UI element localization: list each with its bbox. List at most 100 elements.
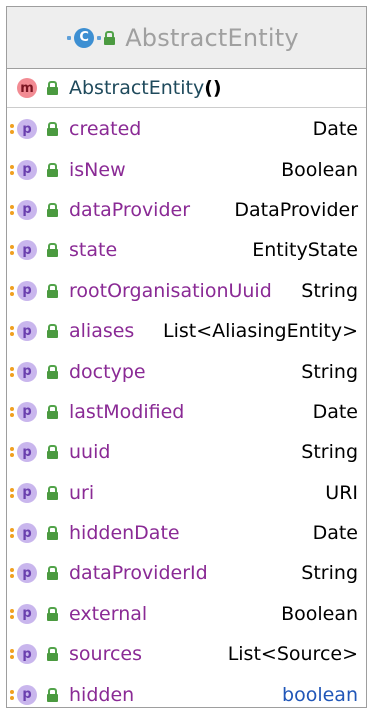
class-header: C AbstractEntity [7, 7, 366, 69]
property-icon-letter: p [22, 364, 32, 380]
property-row[interactable]: p state EntityState [7, 230, 366, 270]
property-row[interactable]: p isNew Boolean [7, 149, 366, 189]
property-name: uri [69, 481, 95, 504]
property-icon: p [10, 684, 37, 705]
class-name: AbstractEntity [125, 23, 299, 52]
property-type: Date [312, 522, 358, 545]
property-type: Boolean [281, 602, 358, 625]
property-type: Date [312, 400, 358, 423]
property-icon: p [10, 240, 37, 261]
lock-icon [104, 30, 116, 45]
property-type: URI [325, 481, 358, 504]
uml-class-card: C AbstractEntity m AbstractEntity() p cre… [6, 6, 367, 708]
field-dots-icon [10, 326, 14, 337]
property-icon-letter: p [22, 565, 32, 581]
property-icon: p [10, 523, 37, 544]
property-icon-letter: p [22, 646, 32, 662]
property-icon: p [10, 644, 37, 665]
lock-icon [47, 566, 58, 581]
property-name: created [69, 118, 142, 141]
property-type: String [301, 279, 358, 302]
property-icon: p [10, 401, 37, 422]
field-dots-icon [10, 649, 14, 660]
property-name: hiddenDate [69, 522, 180, 545]
property-name: dataProvider [69, 198, 191, 221]
lock-icon [47, 324, 58, 339]
field-dots-icon [10, 406, 14, 417]
property-type: String [301, 360, 358, 383]
property-icon-letter: p [22, 485, 32, 501]
property-type: List<Source> [227, 643, 358, 666]
property-name: uuid [69, 441, 111, 464]
property-row[interactable]: p created Date [7, 109, 366, 149]
property-name: external [69, 602, 148, 625]
property-icon: p [10, 482, 37, 503]
field-dots-icon [10, 689, 14, 700]
property-type: String [301, 562, 358, 585]
property-icon: p [10, 442, 37, 463]
property-name: isNew [69, 158, 126, 181]
method-icon: m [17, 78, 37, 98]
lock-icon [47, 445, 58, 460]
property-row[interactable]: p doctype String [7, 351, 366, 391]
property-name: sources [69, 643, 142, 666]
property-row[interactable]: p hidden boolean [7, 674, 366, 714]
property-type: Date [312, 118, 358, 141]
property-name: dataProviderId [69, 562, 208, 585]
property-name: lastModified [69, 400, 185, 423]
property-name: doctype [69, 360, 146, 383]
property-row[interactable]: p external Boolean [7, 594, 366, 634]
lock-icon [47, 485, 58, 500]
field-dots-icon [10, 124, 14, 135]
property-icon: p [10, 280, 37, 301]
lock-icon [47, 526, 58, 541]
lock-icon [47, 647, 58, 662]
field-dots-icon [10, 568, 14, 579]
property-icon-letter: p [22, 323, 32, 339]
property-row[interactable]: p hiddenDate Date [7, 513, 366, 553]
property-icon: p [10, 119, 37, 140]
property-name: rootOrganisationUuid [69, 279, 272, 302]
property-icon-letter: p [22, 525, 32, 541]
lock-icon [47, 122, 58, 137]
property-type: DataProvider [234, 198, 358, 221]
property-row[interactable]: p dataProvider DataProvider [7, 190, 366, 230]
property-icon-letter: p [22, 687, 32, 703]
lock-icon [47, 243, 58, 258]
lock-icon [47, 687, 58, 702]
property-name: aliases [69, 320, 135, 343]
property-icon: p [10, 563, 37, 584]
lock-icon [47, 202, 58, 217]
constructor-row[interactable]: m AbstractEntity() [7, 69, 366, 108]
property-icon-letter: p [22, 121, 32, 137]
property-icon: p [10, 603, 37, 624]
property-name: hidden [69, 683, 135, 706]
property-row[interactable]: p aliases List<AliasingEntity> [7, 311, 366, 351]
property-type: String [301, 441, 358, 464]
lock-icon [47, 283, 58, 298]
field-dots-icon [10, 487, 14, 498]
field-dots-icon [10, 204, 14, 215]
property-row[interactable]: p uri URI [7, 473, 366, 513]
field-dots-icon [10, 285, 14, 296]
property-icon-letter: p [22, 283, 32, 299]
property-row[interactable]: p dataProviderId String [7, 553, 366, 593]
lock-icon [47, 81, 58, 95]
property-icon-letter: p [22, 606, 32, 622]
property-icon: p [10, 199, 37, 220]
property-list: p created Date p isNew Boolean p dataProvider Da… [7, 109, 366, 715]
property-type: EntityState [252, 239, 358, 262]
property-icon-letter: p [22, 404, 32, 420]
property-row[interactable]: p rootOrganisationUuid String [7, 271, 366, 311]
property-row[interactable]: p lastModified Date [7, 392, 366, 432]
property-row[interactable]: p uuid String [7, 432, 366, 472]
property-icon: p [10, 159, 37, 180]
field-dots-icon [10, 366, 14, 377]
field-dots-icon [10, 528, 14, 539]
field-dots-icon [10, 447, 14, 458]
property-row[interactable]: p sources List<Source> [7, 634, 366, 674]
property-icon-letter: p [22, 202, 32, 218]
field-dots-icon [10, 245, 14, 256]
property-icon-letter: p [22, 242, 32, 258]
property-icon: p [10, 361, 37, 382]
